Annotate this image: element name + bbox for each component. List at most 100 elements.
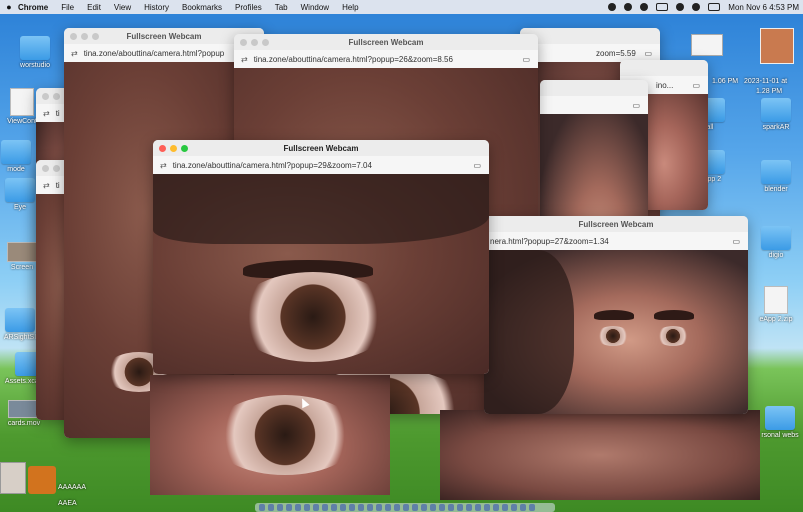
site-settings-icon[interactable]: ⇄ <box>43 181 50 190</box>
window-titlebar[interactable] <box>520 28 660 44</box>
menu-profiles[interactable]: Profiles <box>235 3 262 12</box>
url-text[interactable]: ti <box>56 181 60 190</box>
battery-icon[interactable] <box>656 3 669 11</box>
dock-app-icon[interactable] <box>268 504 274 511</box>
record-icon[interactable] <box>640 3 649 11</box>
close-icon[interactable] <box>42 164 49 172</box>
dock-app-icon[interactable] <box>295 504 301 511</box>
dock-app-icon[interactable] <box>322 504 328 511</box>
site-settings-icon[interactable]: ⇄ <box>160 161 167 170</box>
dock-app-icon[interactable] <box>430 504 436 511</box>
site-settings-icon[interactable]: ⇄ <box>241 55 248 64</box>
menu-history[interactable]: History <box>144 3 169 12</box>
url-text[interactable]: zoom=5.59 <box>596 49 636 58</box>
dock-app-icon[interactable] <box>331 504 337 511</box>
menu-file[interactable]: File <box>61 3 74 12</box>
focus-icon[interactable] <box>608 3 617 11</box>
site-settings-icon[interactable]: ⇄ <box>71 49 78 58</box>
dock-app-icon[interactable] <box>358 504 364 511</box>
menubar-clock[interactable]: Mon Nov 6 4:53 PM <box>728 3 799 12</box>
dock-app-icon[interactable] <box>304 504 310 511</box>
dock-app-icon[interactable] <box>475 504 481 511</box>
search-icon[interactable] <box>692 3 701 11</box>
dock-app-icon[interactable] <box>457 504 463 511</box>
dock-app-icon[interactable] <box>376 504 382 511</box>
image-thumbnail[interactable] <box>760 28 794 64</box>
camera-icon[interactable]: ▭ <box>632 101 640 110</box>
desktop-folder[interactable]: sparkAR <box>746 98 803 131</box>
dock-app-icon[interactable] <box>259 504 265 511</box>
desktop-icon-label: sparkAR <box>762 124 790 131</box>
address-bar[interactable]: ⇄ tina.zone/abouttina/camera.html?popup=2… <box>153 156 489 175</box>
menu-window[interactable]: Window <box>301 3 329 12</box>
menu-view[interactable]: View <box>114 3 131 12</box>
dock-app-icon[interactable] <box>511 504 517 511</box>
dock-app-icon[interactable] <box>313 504 319 511</box>
dock-app-icon[interactable] <box>277 504 283 511</box>
close-icon[interactable] <box>42 92 49 100</box>
webcam-feed <box>153 174 489 374</box>
url-text[interactable]: nera.html?popup=27&zoom=1.34 <box>490 237 609 246</box>
address-bar[interactable]: nera.html?popup=27&zoom=1.34 ▭ <box>484 232 748 251</box>
camera-icon[interactable]: ▭ <box>522 55 530 64</box>
apple-menu-icon[interactable]: ● <box>0 2 18 12</box>
dock-app-icon[interactable] <box>349 504 355 511</box>
menu-bookmarks[interactable]: Bookmarks <box>182 3 222 12</box>
wifi-icon[interactable] <box>676 3 685 11</box>
url-text[interactable]: ino... <box>656 81 673 90</box>
dock-app-icon[interactable] <box>466 504 472 511</box>
camera-icon[interactable]: ▭ <box>473 161 481 170</box>
menu-edit[interactable]: Edit <box>87 3 101 12</box>
moon-icon[interactable] <box>624 3 633 11</box>
dock-app-icon[interactable] <box>394 504 400 511</box>
dock-app-icon[interactable] <box>286 504 292 511</box>
desktop-folder[interactable]: blender <box>746 160 803 193</box>
minimize-icon[interactable] <box>53 164 60 172</box>
dock-app-icon[interactable] <box>367 504 373 511</box>
dock-app-icon[interactable] <box>529 504 535 511</box>
window-titlebar[interactable] <box>620 60 708 76</box>
window-titlebar[interactable]: Fullscreen Webcam <box>153 140 489 156</box>
url-text[interactable]: tina.zone/abouttina/camera.html?popup <box>84 49 225 58</box>
desktop-file[interactable]: eApp 2.zip <box>746 286 803 323</box>
menu-help[interactable]: Help <box>342 3 358 12</box>
eyebrow-shape <box>594 310 634 320</box>
desktop-icon-label: cards.mov <box>7 420 41 427</box>
menu-tab[interactable]: Tab <box>275 3 288 12</box>
dock-app-icon[interactable] <box>502 504 508 511</box>
camera-icon[interactable]: ▭ <box>692 81 700 90</box>
camera-icon[interactable]: ▭ <box>644 49 652 58</box>
url-text[interactable]: ti <box>56 109 60 118</box>
hair-shape <box>484 250 574 414</box>
screenshot-thumbnail[interactable] <box>691 34 723 56</box>
window-titlebar[interactable]: Fullscreen Webcam <box>484 216 748 232</box>
dock-app-icon[interactable] <box>412 504 418 511</box>
dock-app-icon[interactable] <box>520 504 526 511</box>
dock-app-icon[interactable] <box>448 504 454 511</box>
webcam-window[interactable]: Fullscreen Webcam nera.html?popup=27&zoo… <box>484 216 748 414</box>
dock-app-icon[interactable] <box>421 504 427 511</box>
menu-chrome[interactable]: Chrome <box>18 3 48 12</box>
window-titlebar[interactable] <box>540 80 648 96</box>
dock-app-icon[interactable] <box>340 504 346 511</box>
url-text[interactable]: tina.zone/abouttina/camera.html?popup=26… <box>254 55 453 64</box>
site-settings-icon[interactable]: ⇄ <box>43 109 50 118</box>
address-bar[interactable]: ⇄ tina.zone/abouttina/camera.html?popup=2… <box>234 50 538 69</box>
dock-app-icon[interactable] <box>439 504 445 511</box>
webcam-window-active[interactable]: Fullscreen Webcam ⇄ tina.zone/abouttina/c… <box>153 140 489 374</box>
dock-app-icon[interactable] <box>403 504 409 511</box>
app-icon[interactable] <box>28 466 56 494</box>
dock-app-icon[interactable] <box>493 504 499 511</box>
dock-app-icon[interactable] <box>484 504 490 511</box>
desktop-side-text: 1.28 PM <box>756 88 783 95</box>
address-bar[interactable]: ▭ <box>540 96 648 115</box>
photo-thumbnail[interactable] <box>0 462 26 494</box>
minimize-icon[interactable] <box>53 92 60 100</box>
dock-app-icon[interactable] <box>385 504 391 511</box>
window-titlebar[interactable]: Fullscreen Webcam <box>234 34 538 50</box>
camera-icon[interactable]: ▭ <box>732 237 740 246</box>
url-text[interactable]: tina.zone/abouttina/camera.html?popup=29… <box>173 161 372 170</box>
desktop-folder[interactable]: digio <box>746 226 803 259</box>
desktop-folder[interactable]: worstudio <box>5 36 65 69</box>
control-center-icon[interactable] <box>708 3 721 11</box>
